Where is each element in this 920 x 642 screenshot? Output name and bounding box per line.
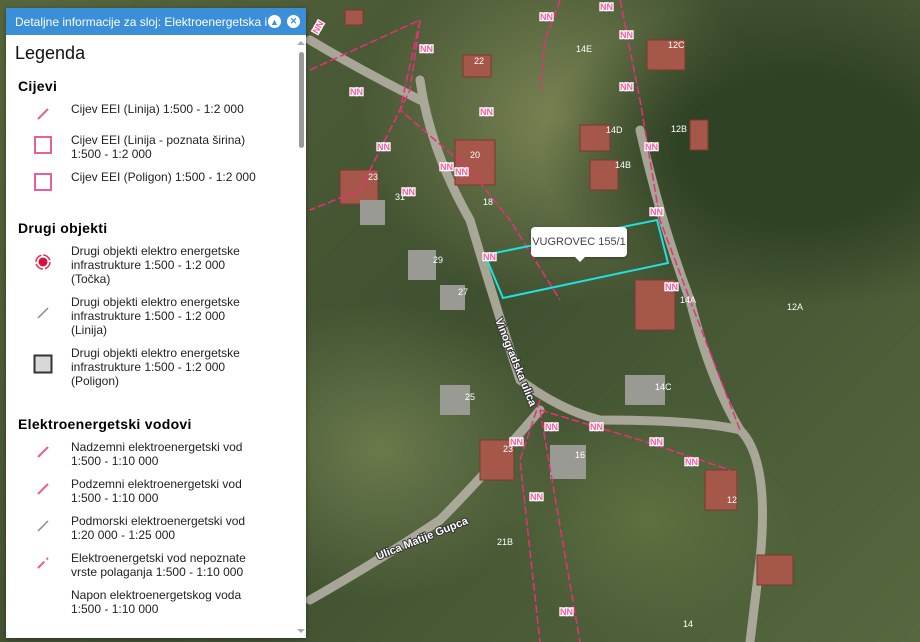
parcel-tooltip: VUGROVEC 155/1 xyxy=(531,227,627,262)
street-label-matije-gupca: Ulica Matije Gupca xyxy=(375,515,471,563)
road-matije-gupca xyxy=(305,405,545,605)
svg-text:18: 18 xyxy=(483,197,493,207)
svg-text:NN: NN xyxy=(377,142,390,152)
svg-text:14E: 14E xyxy=(576,44,592,54)
legend-section-cijevi: Cijevi Cijev EEI (Linija) 1:500 - 1:2 00… xyxy=(15,78,296,192)
svg-text:12: 12 xyxy=(727,495,737,505)
pink-square-icon xyxy=(15,135,71,155)
scroll-up-icon[interactable] xyxy=(297,41,305,45)
svg-text:29: 29 xyxy=(433,255,443,265)
svg-text:NN: NN xyxy=(650,207,663,217)
svg-text:NN: NN xyxy=(560,607,573,617)
section-title: Drugi objekti xyxy=(18,220,108,236)
gray-line-icon xyxy=(15,303,71,323)
section-title: Cijevi xyxy=(18,78,58,94)
legend-section-vodovi: Elektroenergetski vodovi Nadzemni elektr… xyxy=(15,416,296,616)
svg-text:12A: 12A xyxy=(787,302,803,312)
panel-header: Detaljne informacije za sloj: Elektroene… xyxy=(6,8,306,35)
legend-heading: Legenda xyxy=(15,43,86,63)
pink-line-icon xyxy=(15,479,71,499)
section-title: Elektroenergetski vodovi xyxy=(18,416,192,432)
close-icon[interactable]: ✕ xyxy=(287,15,300,28)
svg-text:NN: NN xyxy=(420,44,433,54)
legend-item: Drugi objekti elektro energetske infrast… xyxy=(15,295,296,337)
svg-text:NN: NN xyxy=(350,87,363,97)
svg-text:NN: NN xyxy=(510,437,523,447)
legend-item: Podmorski elektroenergetski vod 1:20 000… xyxy=(15,514,296,542)
svg-text:NN: NN xyxy=(545,422,558,432)
legend-item: Nadzemni elektroenergetski vod 1:500 - 1… xyxy=(15,440,296,468)
legend-item: Drugi objekti elektro energetske infrast… xyxy=(15,346,296,388)
pink-dashed-line-icon xyxy=(15,553,71,573)
svg-text:14D: 14D xyxy=(606,125,623,135)
svg-text:NN: NN xyxy=(620,30,633,40)
svg-text:25: 25 xyxy=(465,392,475,402)
pink-square-icon xyxy=(15,172,71,192)
gray-square-icon xyxy=(15,354,71,374)
svg-text:NN: NN xyxy=(480,107,493,117)
svg-text:NN: NN xyxy=(645,142,658,152)
pink-line-icon xyxy=(15,104,71,124)
svg-text:14A: 14A xyxy=(680,295,696,305)
svg-text:14B: 14B xyxy=(615,160,631,170)
svg-text:NN: NN xyxy=(600,2,613,12)
legend-content[interactable]: Legenda Cijevi Cijev EEI (Linija) 1:500 … xyxy=(6,35,296,638)
svg-text:12B: 12B xyxy=(671,124,687,134)
scrollbar-thumb[interactable] xyxy=(299,52,304,148)
svg-text:NN: NN xyxy=(620,82,633,92)
svg-text:23: 23 xyxy=(368,172,378,182)
svg-text:NN: NN xyxy=(530,492,543,502)
scrollbar[interactable] xyxy=(296,35,306,638)
legend-item: Cijev EEI (Poligon) 1:500 - 1:2 000 xyxy=(15,170,296,192)
svg-text:NN: NN xyxy=(665,282,678,292)
legend-item: Cijev EEI (Linija - poznata širina) 1:50… xyxy=(15,133,296,161)
svg-text:NN: NN xyxy=(590,422,603,432)
svg-text:12C: 12C xyxy=(668,40,685,50)
legend-section-drugi-objekti: Drugi objekti Drugi objekti elektro ener… xyxy=(15,220,296,388)
red-point-icon xyxy=(15,252,71,272)
voltage-icon xyxy=(15,590,71,610)
svg-text:16: 16 xyxy=(575,450,585,460)
street-label-vinogradska: Vinogradska ulica xyxy=(492,317,539,409)
svg-text:22: 22 xyxy=(474,56,484,66)
svg-text:NN: NN xyxy=(455,167,468,177)
svg-text:NN: NN xyxy=(685,457,698,467)
pink-line-icon xyxy=(15,442,71,462)
layer-details-panel: Detaljne informacije za sloj: Elektroene… xyxy=(6,8,306,638)
legend-item: Elektroenergetski vod nepoznate vrste po… xyxy=(15,551,296,579)
svg-text:14: 14 xyxy=(683,619,693,629)
svg-text:NN: NN xyxy=(540,12,553,22)
collapse-icon[interactable]: ▲ xyxy=(268,15,281,28)
legend-item: Napon elektroenergetskog voda 1:500 - 1:… xyxy=(15,588,296,616)
svg-text:NN: NN xyxy=(440,162,453,172)
legend-item: Drugi objekti elektro energetske infrast… xyxy=(15,244,296,286)
svg-text:27: 27 xyxy=(458,287,468,297)
svg-text:NN: NN xyxy=(483,252,496,262)
svg-text:NN: NN xyxy=(311,19,326,35)
gray-line-icon xyxy=(15,516,71,536)
svg-text:20: 20 xyxy=(470,150,480,160)
legend-item: Podzemni elektroenergetski vod 1:500 - 1… xyxy=(15,477,296,505)
svg-text:14C: 14C xyxy=(655,382,672,392)
legend-item: Cijev EEI (Linija) 1:500 - 1:2 000 xyxy=(15,102,296,124)
panel-title: Detaljne informacije za sloj: Elektroene… xyxy=(15,14,268,29)
scroll-down-icon[interactable] xyxy=(297,629,305,633)
svg-text:NN: NN xyxy=(650,437,663,447)
svg-text:NN: NN xyxy=(402,187,415,197)
svg-text:21B: 21B xyxy=(497,537,513,547)
